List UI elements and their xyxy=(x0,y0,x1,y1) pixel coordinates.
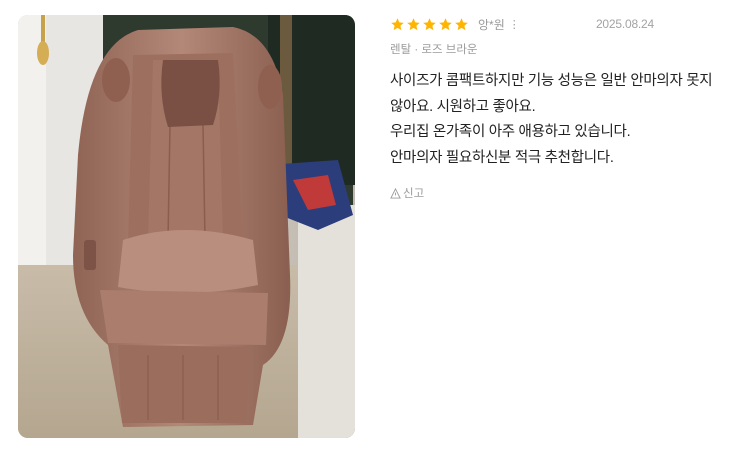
star-icon xyxy=(455,17,468,30)
report-button[interactable]: 신고 xyxy=(390,185,720,201)
review-line: 우리집 온가족이 아주 애용하고 있습니다. xyxy=(390,124,631,140)
review-date: 2025.08.24 xyxy=(595,17,654,31)
report-icon xyxy=(390,187,401,199)
star-icon xyxy=(439,17,452,30)
review-line: 사이즈가 콤팩트하지만 기능 성능은 일반 안마의자 못지 xyxy=(390,73,713,89)
reviewer-name-text: 앙*원 xyxy=(478,17,505,32)
review-photo[interactable] xyxy=(18,15,355,438)
star-icon xyxy=(391,17,404,30)
reviewer-name: 앙*원 ⋮ xyxy=(478,16,520,33)
massage-chair-photo xyxy=(18,15,355,438)
review-line: 않아요. 시원하고 좋아요. xyxy=(390,98,536,115)
review-meta: 앙*원 ⋮ 2025.08.24 xyxy=(390,14,720,34)
more-options-icon[interactable]: ⋮ xyxy=(509,18,520,31)
star-icon xyxy=(423,17,436,30)
review-body: 사이즈가 콤팩트하지만 기능 성능은 일반 안마의자 못지 않아요. 시원하고 … xyxy=(390,69,720,171)
report-label: 신고 xyxy=(403,188,425,200)
star-icon xyxy=(407,17,420,30)
review-line: 안마의자 필요하신분 적극 추천합니다. xyxy=(390,149,614,166)
product-option: 렌탈 · 로즈 브라운 xyxy=(390,44,478,56)
star-rating xyxy=(390,17,469,32)
review-card: 앙*원 ⋮ 2025.08.24 렌탈 · 로즈 브라운 사이즈가 콤팩트하지만… xyxy=(390,14,720,201)
